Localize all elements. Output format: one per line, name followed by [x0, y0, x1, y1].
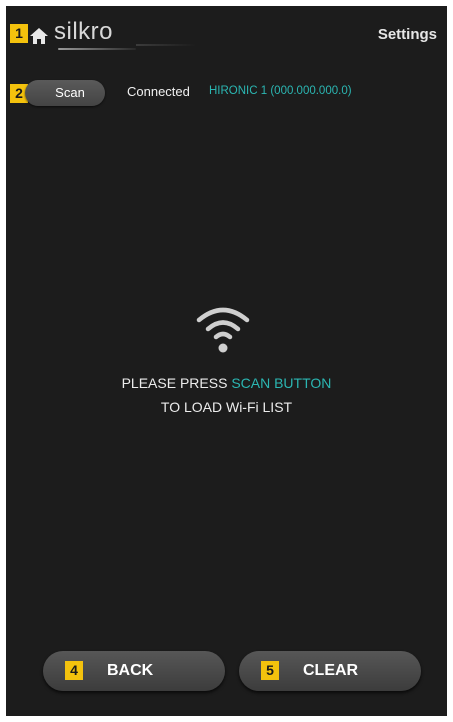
connection-status-label: Connected — [127, 84, 190, 99]
clear-button[interactable]: 5 CLEAR — [239, 651, 421, 691]
callout-4-badge: 4 — [65, 661, 83, 680]
empty-state-prefix: PLEASE PRESS — [121, 375, 232, 391]
scan-button[interactable]: Scan — [25, 80, 105, 106]
empty-state-message-line1: PLEASE PRESS SCAN BUTTON — [6, 375, 447, 391]
home-icon[interactable] — [29, 26, 49, 46]
app-screen: 1 silkro Settings 2 Scan Connected HIRON… — [6, 6, 447, 716]
brand-underline — [58, 48, 136, 50]
back-button-label: BACK — [107, 662, 154, 679]
connected-network-name: HIRONIC 1 (000.000.000.0) — [209, 85, 352, 97]
empty-state-message-line2: TO LOAD Wi-Fi LIST — [160, 399, 293, 415]
settings-link[interactable]: Settings — [378, 26, 437, 43]
back-button[interactable]: 4 BACK — [43, 651, 225, 691]
callout-5-badge: 5 — [261, 661, 279, 680]
clear-button-label: CLEAR — [303, 662, 359, 679]
wifi-icon — [196, 307, 250, 353]
callout-1-badge: 1 — [10, 24, 28, 43]
brand-decoration — [136, 44, 196, 46]
brand-logo: silkro — [54, 18, 114, 45]
empty-state-accent: SCAN BUTTON — [231, 375, 332, 391]
scan-button-label: Scan — [55, 85, 85, 100]
